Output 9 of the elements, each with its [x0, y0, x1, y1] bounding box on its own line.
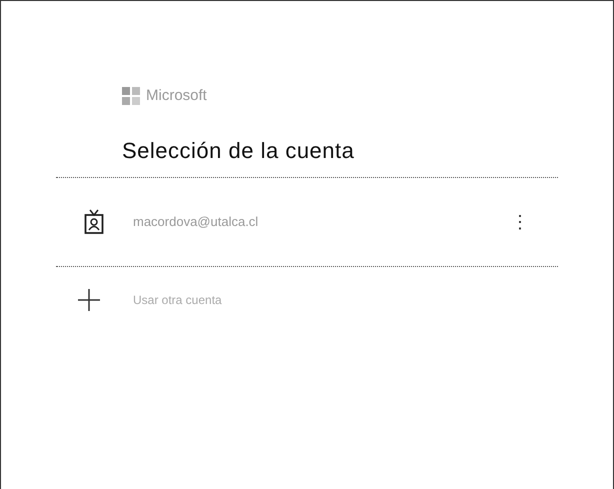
account-icon: [84, 209, 104, 235]
page-title: Selección de la cuenta: [122, 137, 356, 165]
account-row[interactable]: macordova@utalca.cl ⋮: [1, 178, 613, 266]
more-options-button[interactable]: ⋮: [507, 208, 533, 236]
brand-name: Microsoft: [146, 86, 207, 106]
logo-icon: [122, 87, 140, 105]
plus-icon: [78, 289, 100, 311]
account-email: macordova@utalca.cl: [133, 213, 260, 232]
add-account-label: Usar otra cuenta: [133, 292, 222, 309]
